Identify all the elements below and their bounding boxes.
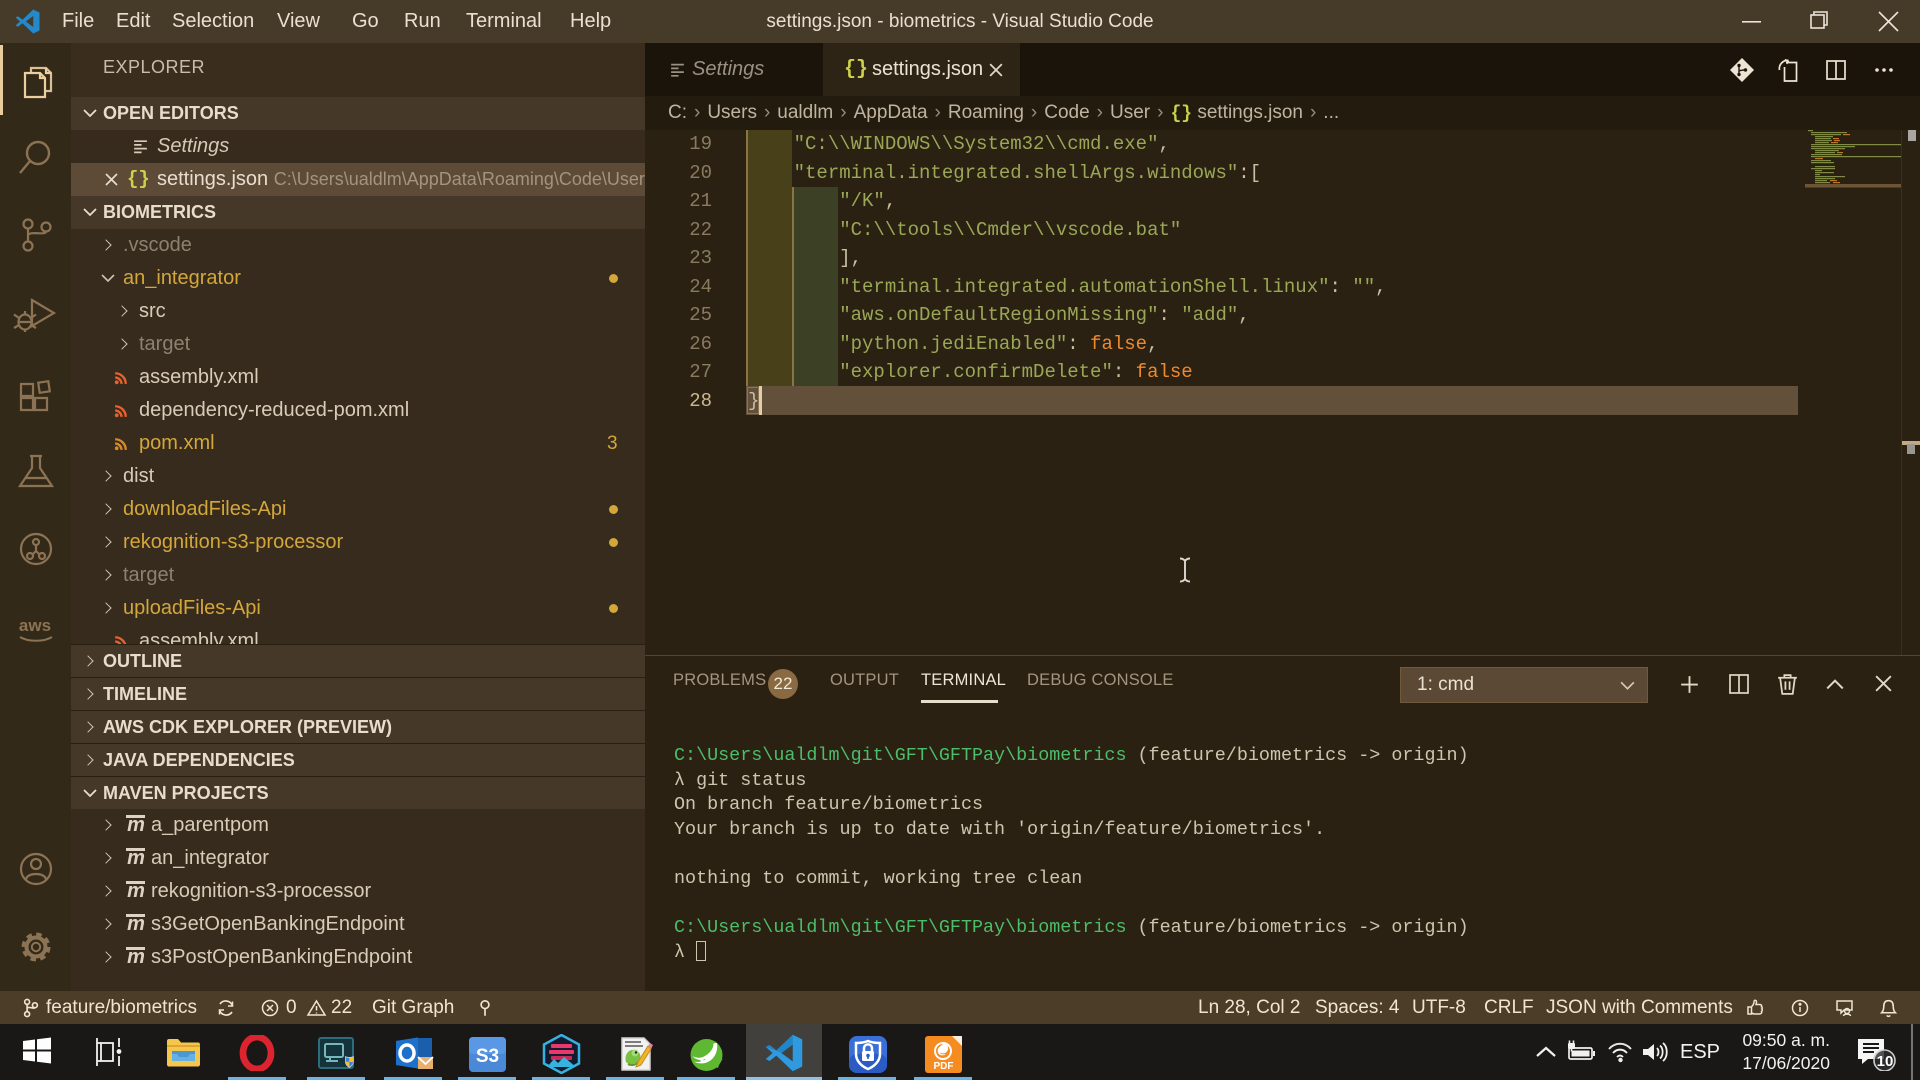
svg-text:10: 10 bbox=[1877, 1053, 1894, 1070]
svg-text:S3: S3 bbox=[476, 1046, 499, 1067]
svg-text:PDF: PDF bbox=[934, 1061, 954, 1072]
svg-text:aws: aws bbox=[19, 616, 51, 635]
